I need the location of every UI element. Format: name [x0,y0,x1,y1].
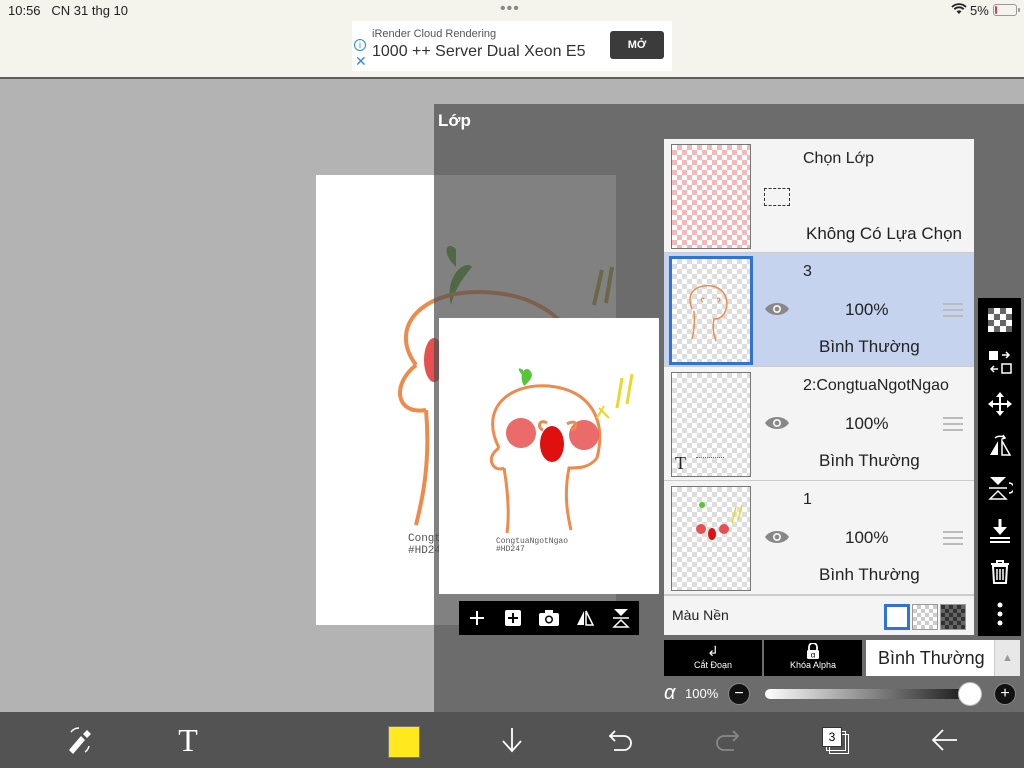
ad-headline: 1000 ++ Server Dual Xeon E5 [372,43,586,60]
layer-name: 3 [803,263,812,280]
blend-mode-value: Bình Thường [878,648,985,668]
text-icon[interactable]: T [168,722,208,758]
multitask-dots-icon[interactable]: ••• [500,1,520,17]
clipping-arrow-icon: ↲ [707,643,719,659]
alpha-lock-button[interactable]: α Khóa Alpha [764,640,862,676]
background-transparent-swatch[interactable] [912,604,938,630]
layer-tools-column [978,298,1021,636]
opacity-slider-knob[interactable] [958,682,982,706]
move-icon[interactable] [984,388,1015,419]
ad-small-text: iRender Cloud Rendering [372,28,497,40]
bottom-toolbar: T 3 [0,712,1024,768]
layer-thumbnail [671,486,751,591]
layer-blend-mode: Bình Thường [819,451,920,470]
flip-horizontal-icon[interactable] [573,606,597,630]
drag-handle-icon[interactable] [943,531,963,545]
blend-controls: ↲ Cắt Đoạn α Khóa Alpha Bình Thường ▲ [664,640,1022,676]
lock-icon: α [764,640,862,660]
layer-thumbnail: T [671,372,751,477]
layer-name: 2:CongtuaNgotNgao [803,377,949,394]
layer-opacity: 100% [845,528,889,547]
ad-close-icon[interactable]: ✕ [355,54,367,68]
visibility-eye-icon[interactable] [764,414,790,432]
delete-layer-icon[interactable] [984,556,1015,587]
ad-info-icon[interactable]: i [354,39,366,51]
background-dark-swatch[interactable] [940,604,966,630]
visibility-eye-icon[interactable] [764,300,790,318]
selection-status: Không Có Lựa Chọn [806,224,962,243]
clipping-label: Cắt Đoạn [693,660,733,670]
opacity-controls: α 100% − + [664,680,1022,708]
preview-toolbar [459,601,639,635]
redo-icon[interactable] [708,722,748,758]
flip-icon[interactable] [984,430,1015,461]
background-label: Màu Nền [672,607,729,623]
add-layer-icon[interactable] [465,606,489,630]
opacity-increase-button[interactable]: + [994,683,1016,705]
ad-banner-bar: i ✕ iRender Cloud Rendering 1000 ++ Serv… [0,20,1024,79]
background-row: Màu Nền [664,595,974,635]
selection-title: Chọn Lớp [803,150,874,167]
layer-count: 3 [822,727,842,747]
drag-handle-icon[interactable] [943,303,963,317]
drag-handle-icon[interactable] [943,417,963,431]
text-preview-mark [696,457,724,460]
transform-icon[interactable] [60,722,100,758]
alpha-lock-label: Khóa Alpha [789,660,837,670]
layers-icon[interactable]: 3 [822,727,849,754]
layer-preview: CongtuaNgotNgao #HD247 [439,318,659,594]
more-options-icon[interactable] [984,598,1015,629]
visibility-eye-icon[interactable] [764,528,790,546]
status-bar: 10:56 CN 31 thg 10 ••• 5% [0,0,1024,20]
ad-banner[interactable]: i ✕ iRender Cloud Rendering 1000 ++ Serv… [352,21,672,71]
clipping-button[interactable]: ↲ Cắt Đoạn [664,640,762,676]
layer-panel-title: Lớp [438,111,471,130]
battery-percent: 5% [970,3,989,18]
svg-text:T: T [178,725,198,755]
layer-opacity: 100% [845,300,889,319]
layer-row-3[interactable]: 3 100% Bình Thường [664,253,974,367]
layer-list: Chọn Lớp Không Có Lựa Chọn 3 100% Bình T… [664,139,974,635]
layer-blend-mode: Bình Thường [819,565,920,584]
flip-vertical-rotate-icon[interactable] [984,472,1015,503]
background-white-swatch[interactable] [884,604,910,630]
duplicate-layer-icon[interactable] [501,606,525,630]
text-layer-icon: T [675,453,686,473]
blend-mode-select[interactable]: Bình Thường ▲ [866,640,1020,676]
current-color-swatch[interactable] [388,726,420,758]
move-to-layer-icon[interactable] [984,346,1015,377]
undo-icon[interactable] [600,722,640,758]
opacity-value: 100% [685,686,719,701]
flip-vertical-icon[interactable] [609,606,633,630]
chevron-up-icon[interactable]: ▲ [994,640,1020,676]
ad-open-button[interactable]: MỞ [610,31,664,59]
checkerboard-icon[interactable] [984,304,1015,335]
camera-icon[interactable] [537,606,561,630]
selection-marquee-icon [764,188,790,206]
back-arrow-icon[interactable] [924,722,964,758]
layer-row-1[interactable]: 1 100% Bình Thường [664,481,974,595]
alpha-symbol-icon: α [664,682,676,704]
battery-icon [993,4,1020,16]
layer-thumbnail [669,256,753,365]
merge-down-icon[interactable] [984,514,1015,545]
opacity-slider[interactable] [765,689,975,699]
status-time: 10:56 CN 31 thg 10 [8,3,128,18]
download-icon[interactable] [492,722,532,758]
layer-opacity: 100% [845,414,889,433]
svg-text:α: α [811,651,816,660]
wifi-icon [951,3,967,18]
layer-blend-mode: Bình Thường [819,337,920,356]
preview-watermark-line2: #HD247 [496,545,525,554]
opacity-decrease-button[interactable]: − [728,683,750,705]
selection-thumbnail [671,144,751,249]
layer-row-2[interactable]: T 2:CongtuaNgotNgao 100% Bình Thường [664,367,974,481]
selection-layer-row[interactable]: Chọn Lớp Không Có Lựa Chọn [664,139,974,253]
layer-name: 1 [803,491,812,508]
